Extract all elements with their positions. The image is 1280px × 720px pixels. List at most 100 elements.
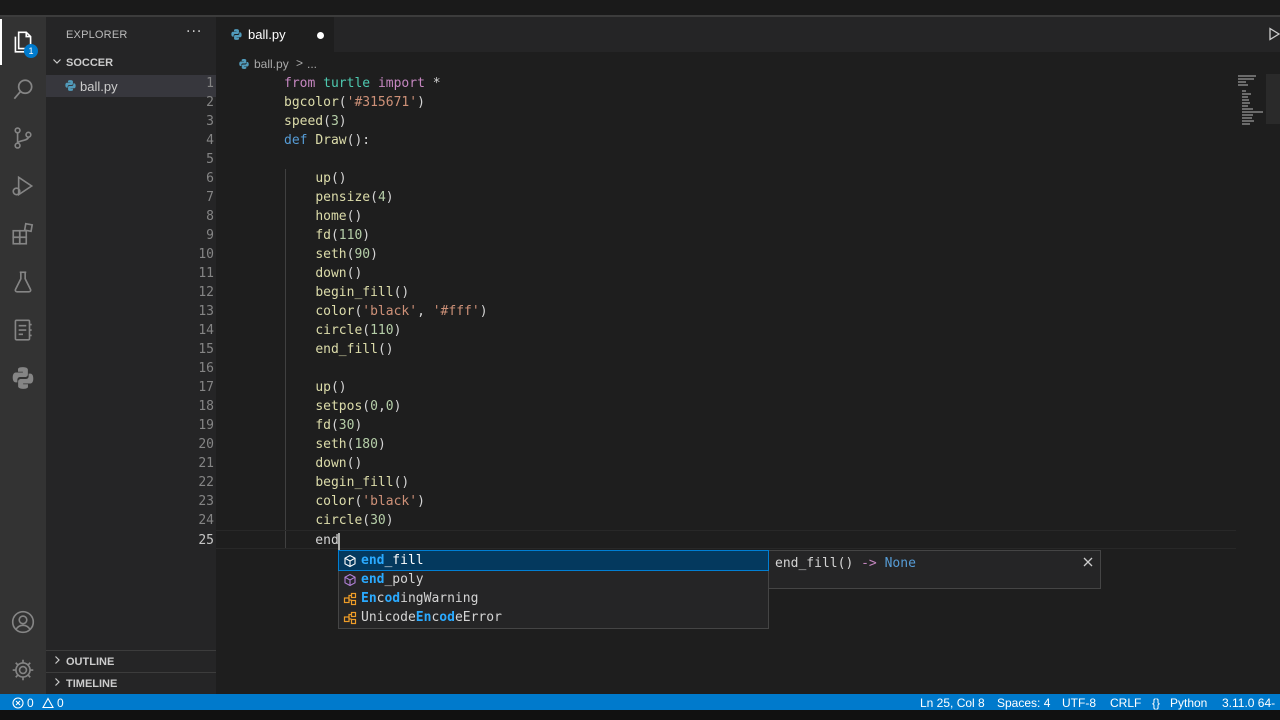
code-text: circle(110) bbox=[315, 323, 402, 338]
line-number: 11 bbox=[198, 266, 214, 281]
class-icon bbox=[343, 592, 357, 606]
source-control-activity-button[interactable] bbox=[0, 115, 46, 161]
folder-section-soccer[interactable]: SOCCER bbox=[46, 52, 216, 74]
code-line-current: 25 end bbox=[198, 530, 1236, 549]
suggestion-item[interactable]: end_poly bbox=[339, 570, 768, 589]
warning-icon[interactable] bbox=[42, 697, 54, 709]
code-text: speed(3) bbox=[284, 114, 347, 129]
code-text: up() bbox=[315, 171, 347, 186]
code-line: 15 end_fill() bbox=[198, 340, 1236, 359]
search-activity-button[interactable] bbox=[0, 67, 46, 113]
explorer-activity-button[interactable]: 1 bbox=[0, 19, 46, 65]
timeline-label: TIMELINE bbox=[66, 678, 118, 690]
folder-name: SOCCER bbox=[66, 57, 114, 69]
outline-section[interactable]: OUTLINE bbox=[46, 651, 216, 673]
code-text: circle(30) bbox=[315, 513, 394, 528]
line-number: 3 bbox=[206, 114, 214, 129]
method-cube-icon bbox=[344, 554, 356, 568]
activity-bar: 1 bbox=[0, 17, 46, 694]
python-interpreter[interactable]: 3.11.0 64- bbox=[1222, 696, 1275, 710]
breadcrumb-symbols[interactable]: ... bbox=[307, 57, 317, 71]
code-line: 3 speed(3) bbox=[206, 112, 1236, 131]
more-actions-button[interactable]: ··· bbox=[186, 24, 202, 40]
code-text: seth(180) bbox=[315, 437, 386, 452]
close-icon[interactable] bbox=[1082, 556, 1094, 568]
breadcrumb-file[interactable]: ball.py bbox=[254, 57, 289, 71]
line-number: 5 bbox=[206, 152, 214, 167]
code-text: pensize(4) bbox=[315, 190, 394, 205]
run-python-file-icon[interactable] bbox=[1268, 27, 1280, 41]
tab-ball-py[interactable]: ball.py bbox=[216, 17, 334, 52]
settings-gear-icon bbox=[12, 659, 34, 681]
code-line: 8 home() bbox=[206, 207, 1236, 226]
scrollbar-track[interactable] bbox=[1266, 74, 1280, 124]
suggestion-label: UnicodeEncodeError bbox=[361, 610, 502, 625]
line-number: 17 bbox=[198, 380, 214, 395]
unsaved-dot-icon[interactable] bbox=[317, 32, 324, 39]
timeline-section[interactable]: TIMELINE bbox=[46, 673, 216, 695]
code-line: 19 fd(30) bbox=[198, 416, 1236, 435]
minimap[interactable] bbox=[1236, 74, 1266, 128]
code-text: begin_fill() bbox=[315, 285, 410, 300]
outline-label: OUTLINE bbox=[66, 656, 115, 668]
suggestion-label: end_poly bbox=[361, 572, 424, 587]
code-text: setpos(0,0) bbox=[315, 399, 402, 414]
suggestion-item[interactable]: UnicodeEncodeError bbox=[339, 608, 768, 627]
python-activity-button[interactable] bbox=[0, 355, 46, 401]
code-text: def Draw(): bbox=[284, 133, 371, 148]
account-activity-button[interactable] bbox=[0, 599, 46, 645]
line-number: 14 bbox=[198, 323, 214, 338]
line-number: 21 bbox=[198, 456, 214, 471]
code-line: 10 seth(90) bbox=[198, 245, 1236, 264]
code-text: end bbox=[284, 533, 339, 548]
error-count[interactable]: 0 bbox=[27, 696, 34, 710]
suggest-widget: end_fill end_poly EncodingWarning Unicod… bbox=[338, 550, 769, 629]
line-number: 6 bbox=[206, 171, 214, 186]
testing-icon bbox=[14, 271, 32, 293]
suggestion-item[interactable]: end_fill bbox=[338, 550, 769, 571]
code-line: 4 def Draw(): bbox=[206, 131, 1236, 150]
language-braces-icon[interactable]: {} bbox=[1152, 696, 1160, 710]
explorer-badge: 1 bbox=[24, 44, 38, 58]
code-line: 5 bbox=[206, 150, 1236, 169]
code-text: up() bbox=[315, 380, 347, 395]
explorer-title: EXPLORER bbox=[66, 29, 128, 41]
notebook-activity-button[interactable] bbox=[0, 307, 46, 353]
chevron-down-icon bbox=[53, 59, 61, 64]
indentation[interactable]: Spaces: 4 bbox=[997, 696, 1050, 710]
line-number: 22 bbox=[198, 475, 214, 490]
suggestion-item[interactable]: EncodingWarning bbox=[339, 589, 768, 608]
line-ending[interactable]: CRLF bbox=[1110, 696, 1141, 710]
title-strip bbox=[0, 0, 1280, 17]
code-line: 14 circle(110) bbox=[198, 321, 1236, 340]
line-number: 24 bbox=[198, 513, 214, 528]
line-number: 20 bbox=[198, 437, 214, 452]
status-bar: 0 0 Ln 25, Col 8 Spaces: 4 UTF-8 CRLF {}… bbox=[0, 694, 1280, 720]
error-icon[interactable] bbox=[12, 697, 24, 709]
line-number: 2 bbox=[206, 95, 214, 110]
encoding[interactable]: UTF-8 bbox=[1062, 696, 1096, 710]
line-number: 4 bbox=[206, 133, 214, 148]
editor-tabs: ball.py bbox=[216, 17, 1280, 52]
language-mode[interactable]: Python bbox=[1170, 696, 1207, 710]
code-line: 18 setpos(0,0) bbox=[198, 397, 1236, 416]
status-bar-shadow bbox=[0, 710, 1280, 720]
extensions-activity-button[interactable] bbox=[0, 211, 46, 257]
notebook-icon bbox=[14, 319, 32, 341]
line-number: 12 bbox=[198, 285, 214, 300]
testing-activity-button[interactable] bbox=[0, 259, 46, 305]
breadcrumb: ball.py > ... bbox=[216, 52, 1280, 74]
code-text: color('black') bbox=[315, 494, 425, 509]
suggestion-label: end_fill bbox=[361, 553, 424, 568]
cursor-position[interactable]: Ln 25, Col 8 bbox=[920, 696, 985, 710]
code-line: 1 from turtle import * bbox=[206, 74, 1236, 93]
run-debug-icon bbox=[12, 175, 34, 197]
python-file-icon bbox=[65, 80, 76, 91]
code-text: seth(90) bbox=[315, 247, 378, 262]
settings-activity-button[interactable] bbox=[0, 647, 46, 693]
code-text: fd(30) bbox=[315, 418, 363, 433]
line-number: 10 bbox=[198, 247, 214, 262]
warning-count[interactable]: 0 bbox=[57, 696, 64, 710]
run-debug-activity-button[interactable] bbox=[0, 163, 46, 209]
account-icon bbox=[11, 610, 35, 634]
